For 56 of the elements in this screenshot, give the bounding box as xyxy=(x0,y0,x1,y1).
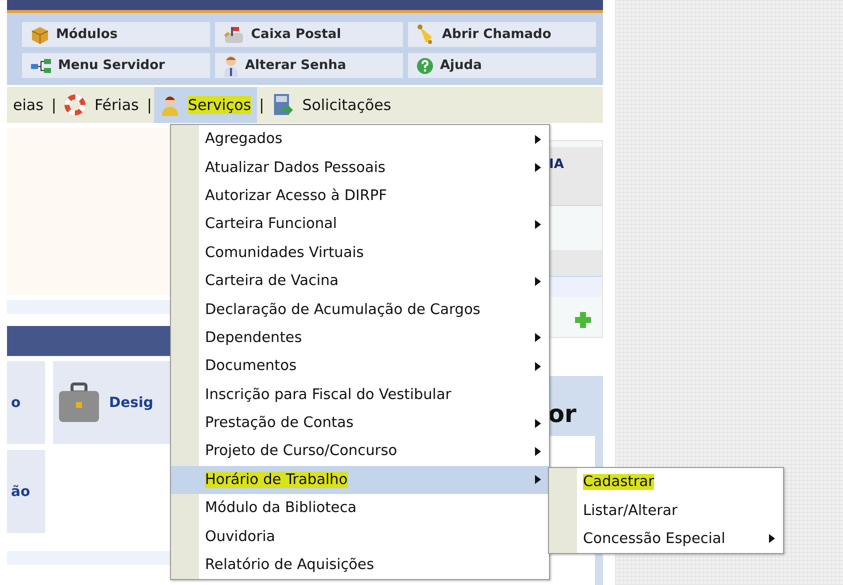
menu-item[interactable]: Relatório de Aquisições xyxy=(171,550,549,580)
menu-item[interactable]: Ouvidoria xyxy=(171,522,549,551)
submenu-arrow-icon xyxy=(535,362,541,371)
submenu-arrow-icon xyxy=(535,276,541,286)
network-icon xyxy=(30,58,52,74)
submenu-arrow-icon xyxy=(535,134,541,144)
mailbox-icon xyxy=(223,24,245,44)
submenu-arrow-icon xyxy=(535,333,541,342)
book-icon xyxy=(272,93,294,117)
menu-item[interactable]: Inscrição para Fiscal do Vestibular xyxy=(171,380,549,409)
submenu-arrow-icon xyxy=(769,534,775,544)
submenu-arrow-icon xyxy=(535,163,541,172)
separator: | xyxy=(50,96,58,114)
shortcut-button[interactable]: Menu Servidor xyxy=(22,53,210,78)
submenu-arrow-icon xyxy=(535,446,541,456)
separator: | xyxy=(146,96,153,114)
menu-card[interactable]: o xyxy=(7,361,45,444)
menu-item[interactable]: Comunidades Virtuais xyxy=(171,238,549,267)
shortcut-button[interactable]: Módulos xyxy=(22,22,210,47)
shortcut-button[interactable]: Alterar Senha xyxy=(215,53,403,78)
submenu-arrow-icon xyxy=(535,220,541,229)
menu-item[interactable]: Prestação de Contas xyxy=(171,408,549,438)
box-icon xyxy=(30,24,50,44)
menu-bar-item[interactable]: Solicitações xyxy=(266,87,398,123)
menu-item[interactable]: Declaração de Acumulação de Cargos xyxy=(171,295,549,324)
person-icon xyxy=(223,54,239,76)
help-icon xyxy=(416,56,434,74)
shortcut-button[interactable]: Caixa Postal xyxy=(215,22,403,47)
menu-item[interactable]: Autorizar Acesso à DIRPF xyxy=(171,182,549,210)
shortcut-button[interactable]: Abrir Chamado xyxy=(408,22,596,47)
submenu-arrow-icon xyxy=(535,475,541,484)
menu-item[interactable]: Horário de Trabalho xyxy=(171,466,549,494)
menu-item[interactable]: Carteira Funcional xyxy=(171,210,549,239)
menu-item[interactable]: Carteira de Vacina xyxy=(171,266,549,296)
menu-card[interactable]: ão xyxy=(7,450,45,533)
menu-item[interactable]: Listar/Alterar xyxy=(549,496,783,525)
menu-item[interactable]: Documentos xyxy=(171,352,549,381)
briefcase-icon xyxy=(57,382,101,424)
menu-bar-item[interactable]: Férias xyxy=(58,87,145,123)
separator: | xyxy=(258,96,266,114)
menu-item[interactable]: Projeto de Curso/Concurso xyxy=(171,437,549,466)
box-heading: IA xyxy=(549,157,564,172)
panel-heading: or xyxy=(548,400,576,428)
person-icon xyxy=(160,94,180,116)
submenu-arrow-icon xyxy=(535,418,541,428)
menu-item[interactable]: Concessão Especial xyxy=(549,524,783,554)
menu-item[interactable]: Dependentes xyxy=(171,324,549,352)
menu-bar-item[interactable]: eias xyxy=(7,87,50,123)
menu-bar-item[interactable]: Serviços xyxy=(154,87,258,123)
menu-item[interactable]: Atualizar Dados Pessoais xyxy=(171,153,549,182)
lifebuoy-icon xyxy=(64,94,86,116)
plus-icon[interactable] xyxy=(574,311,592,329)
menu-item[interactable]: Agregados xyxy=(171,125,549,154)
shortcut-button[interactable]: Ajuda xyxy=(408,53,596,78)
menu-card[interactable]: Desig xyxy=(53,361,170,444)
menu-item[interactable]: Módulo da Biblioteca xyxy=(171,494,549,522)
